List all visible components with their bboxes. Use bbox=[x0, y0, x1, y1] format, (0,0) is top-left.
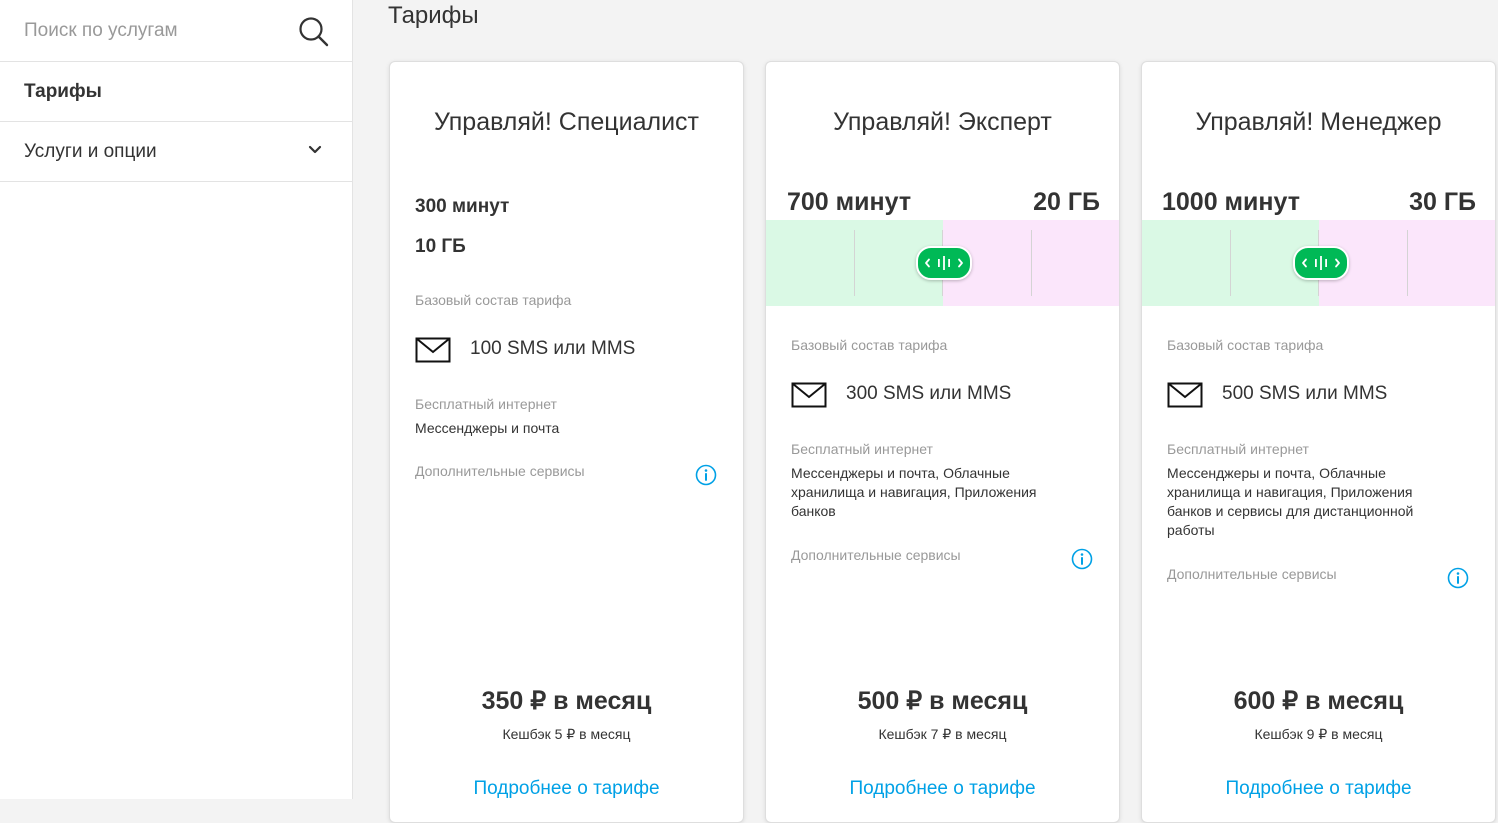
free-internet-label: Бесплатный интернет bbox=[415, 396, 557, 412]
cashback: Кешбэк 7 ₽ в месяц bbox=[878, 726, 1007, 742]
tariff-minutes: 300 минут bbox=[415, 196, 510, 217]
free-internet-text: Мессенджеры и почта, Облачные хранилища … bbox=[791, 465, 1037, 519]
slider-tick bbox=[854, 230, 855, 296]
base-label: Базовый состав тарифа bbox=[415, 292, 572, 308]
base-label: Базовый состав тарифа bbox=[1167, 337, 1324, 353]
info-icon[interactable] bbox=[1447, 567, 1469, 589]
search-input[interactable] bbox=[0, 0, 280, 61]
info-icon[interactable] bbox=[1071, 548, 1093, 570]
sidebar-item-services[interactable]: Услуги и опции bbox=[0, 122, 352, 182]
page-title: Тарифы bbox=[388, 2, 479, 29]
search-row bbox=[0, 0, 352, 62]
sms-text: 300 SMS или MMS bbox=[846, 383, 1012, 404]
tariff-slider[interactable] bbox=[766, 220, 1119, 306]
extra-services-label: Дополнительные сервисы bbox=[1167, 566, 1337, 582]
extra-services-label: Дополнительные сервисы bbox=[415, 463, 585, 479]
cashback: Кешбэк 9 ₽ в месяц bbox=[1254, 726, 1383, 742]
tariff-title: Управляй! Специалист bbox=[434, 108, 699, 136]
free-internet-text: Мессенджеры и почта bbox=[415, 420, 560, 436]
tariff-card: Управляй! Эксперт 700 минут 20 ГБ Базовы… bbox=[765, 61, 1120, 823]
sms-text: 500 SMS или MMS bbox=[1222, 383, 1388, 404]
tariff-gb: 30 ГБ bbox=[1409, 188, 1476, 216]
slider-handle[interactable] bbox=[1293, 246, 1349, 280]
slider-tick bbox=[1031, 230, 1032, 296]
info-icon[interactable] bbox=[695, 464, 717, 486]
tariff-title: Управляй! Эксперт bbox=[833, 108, 1052, 136]
price: 500 ₽ в месяц bbox=[857, 687, 1028, 715]
extra-services-label: Дополнительные сервисы bbox=[791, 547, 961, 563]
price: 350 ₽ в месяц bbox=[481, 687, 652, 715]
sms-text: 100 SMS или MMS bbox=[470, 338, 636, 359]
drag-handle-icon bbox=[1302, 256, 1340, 270]
tariff-title: Управляй! Менеджер bbox=[1195, 108, 1442, 136]
base-label: Базовый состав тарифа bbox=[791, 337, 948, 353]
more-about-tariff-link[interactable]: Подробнее о тарифе bbox=[1142, 778, 1495, 800]
sidebar: Тарифы Услуги и опции bbox=[0, 0, 353, 799]
sidebar-item-label: Тарифы bbox=[24, 80, 102, 102]
slider-tick bbox=[1230, 230, 1231, 296]
tariff-minutes: 700 минут bbox=[787, 188, 912, 216]
envelope-icon bbox=[791, 382, 827, 408]
slider-handle[interactable] bbox=[916, 246, 972, 280]
tariff-slider[interactable] bbox=[1142, 220, 1495, 306]
tariff-gb: 20 ГБ bbox=[1033, 188, 1100, 216]
free-internet-text: Мессенджеры и почта, Облачные хранилища … bbox=[1167, 465, 1414, 538]
tariff-gb: 10 ГБ bbox=[415, 236, 466, 257]
sidebar-item-tariffs[interactable]: Тарифы bbox=[0, 62, 352, 122]
search-icon[interactable] bbox=[297, 15, 329, 47]
envelope-icon bbox=[1167, 382, 1203, 408]
free-internet-label: Бесплатный интернет bbox=[1167, 441, 1309, 457]
more-about-tariff-link[interactable]: Подробнее о тарифе bbox=[390, 778, 743, 800]
price: 600 ₽ в месяц bbox=[1233, 687, 1404, 715]
drag-handle-icon bbox=[925, 256, 963, 270]
tariff-card: Управляй! Менеджер 1000 минут 30 ГБ Базо… bbox=[1141, 61, 1496, 823]
chevron-down-icon bbox=[308, 145, 322, 154]
tariff-minutes: 1000 минут bbox=[1162, 188, 1300, 216]
sidebar-item-label: Услуги и опции bbox=[24, 140, 157, 162]
slider-tick bbox=[1407, 230, 1408, 296]
tariff-card: Управляй! Специалист 300 минут 10 ГБ Баз… bbox=[389, 61, 744, 823]
envelope-icon bbox=[415, 337, 451, 363]
cashback: Кешбэк 5 ₽ в месяц bbox=[502, 726, 631, 742]
more-about-tariff-link[interactable]: Подробнее о тарифе bbox=[766, 778, 1119, 800]
free-internet-label: Бесплатный интернет bbox=[791, 441, 933, 457]
